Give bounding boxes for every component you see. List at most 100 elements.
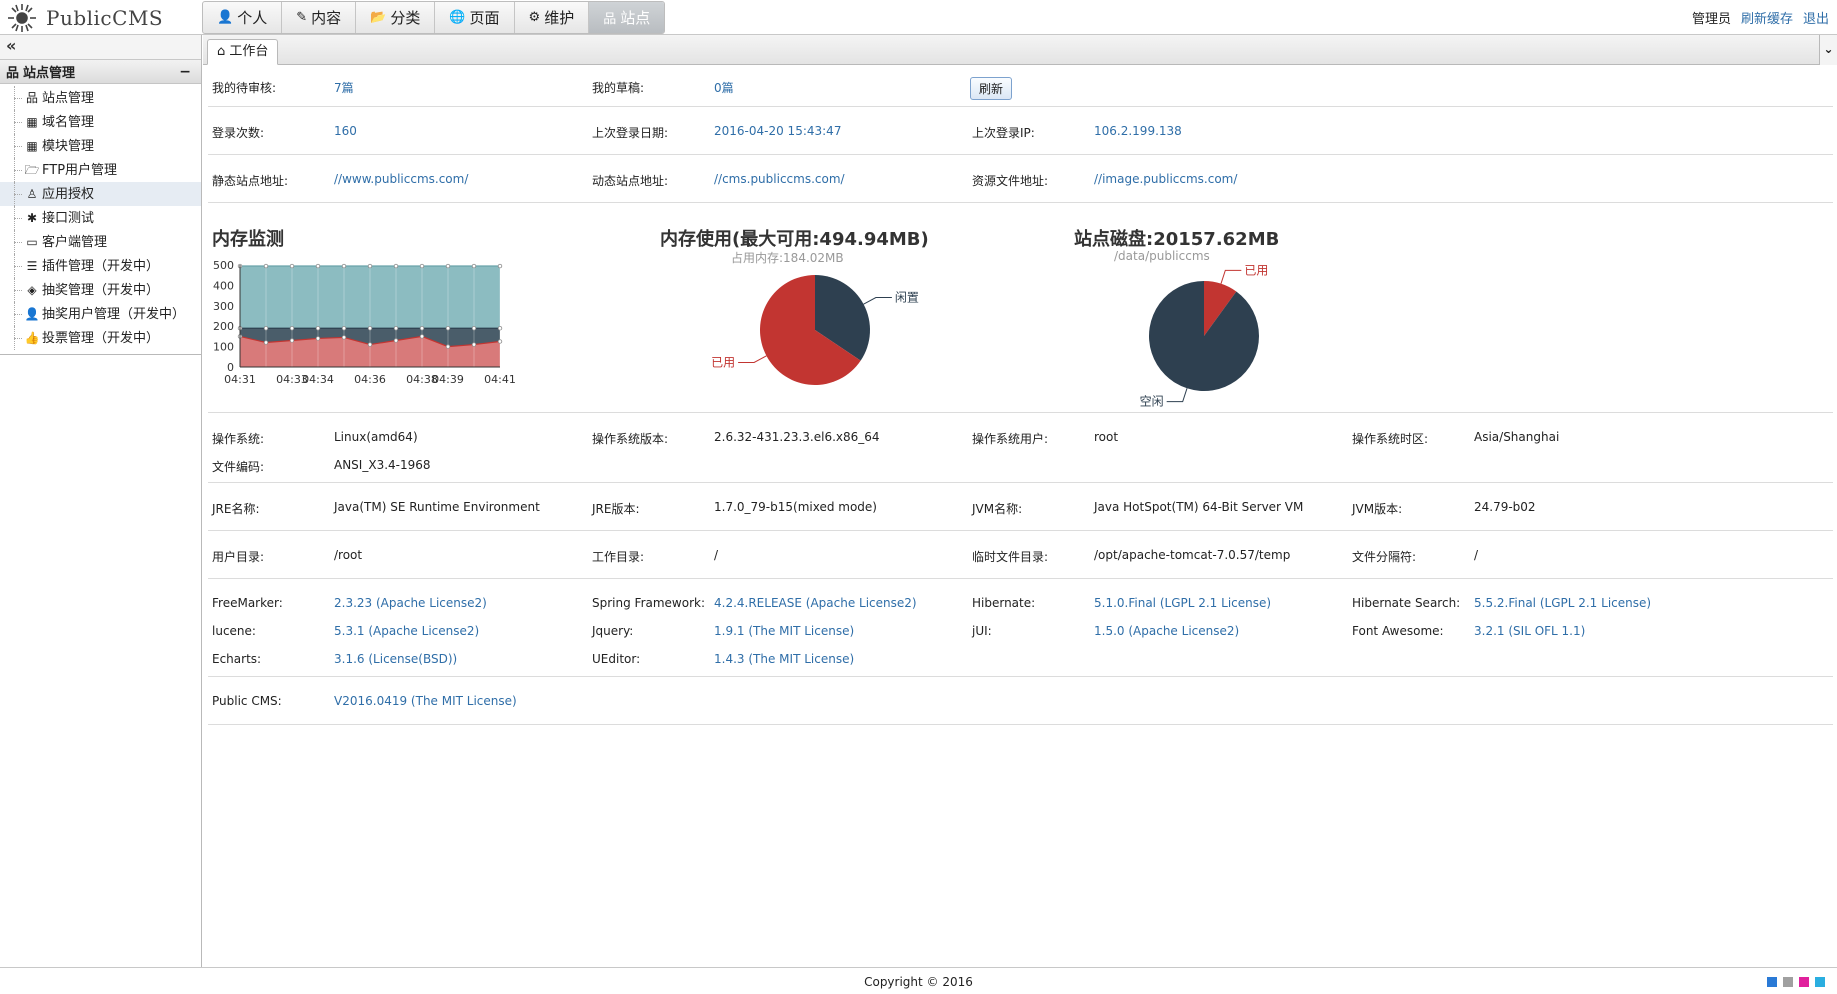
hibernate-search-license-link[interactable]: LGPL 2.1 License [1545, 596, 1647, 610]
sidebar-item-1[interactable]: ▦ 域名管理 [0, 110, 201, 134]
login-count-value[interactable]: 160 [334, 124, 357, 138]
font-awesome-version-link[interactable]: 3.2.1 [1474, 624, 1505, 638]
nav-tab-3[interactable]: 🌐 页面 [435, 2, 515, 33]
pending-value-link[interactable]: 7篇 [334, 79, 354, 96]
hibernate-version-link[interactable]: 5.1.0.Final [1094, 596, 1156, 610]
disk-title: 站点磁盘:20157.62MB [1074, 229, 1280, 250]
nav-tab-2[interactable]: 📂 分类 [356, 2, 436, 33]
tab-list-dropdown[interactable]: ⌄ [1819, 35, 1837, 65]
jquery-version-link[interactable]: 1.9.1 [714, 624, 745, 638]
edit-icon: ✎ [296, 10, 308, 25]
jquery-license-link[interactable]: The MIT License [753, 624, 849, 638]
nav-tab-4[interactable]: ⚙ 维护 [515, 2, 590, 33]
top-nav: 👤 个人 ✎ 内容 📂 分类 🌐 页面 ⚙ 维护品站点 [202, 1, 666, 34]
sidebar-section-header[interactable]: 品 站点管理 − [0, 60, 201, 84]
echarts-version-link[interactable]: 3.1.6 [334, 652, 365, 666]
dynamic-site-link[interactable]: //cms.publiccms.com/ [714, 172, 845, 186]
user-dir-value: /root [334, 548, 363, 562]
x-tick-label: 04:31 [224, 373, 256, 386]
sidebar-item-10[interactable]: 👍 投票管理（开发中） [0, 326, 201, 350]
spring-license-link[interactable]: Apache License2 [810, 596, 911, 610]
hibernate-license-link[interactable]: LGPL 2.1 License [1165, 596, 1267, 610]
jui-version-link[interactable]: 1.5.0 [1094, 624, 1125, 638]
theme-swatch-0[interactable] [1767, 977, 1777, 987]
refresh-button[interactable]: 刷新 [970, 77, 1013, 100]
sidebar-collapse-button[interactable]: « [0, 35, 201, 60]
sidebar-item-label: 应用授权 [42, 187, 95, 202]
nav-tab-label: 站点 [620, 9, 651, 27]
user-icon: 👤 [217, 10, 234, 25]
x-tick-label: 04:36 [354, 373, 386, 386]
last-login-date-value[interactable]: 2016-04-20 15:43:47 [714, 124, 841, 138]
font-awesome-license-link[interactable]: SIL OFL 1.1 [1513, 624, 1581, 638]
os-user-value: root [1094, 430, 1119, 444]
sidebar-item-label: 客户端管理 [42, 235, 108, 250]
freemarker-version-link[interactable]: 2.3.23 [334, 596, 372, 610]
tab-workbench[interactable]: ⌂ 工作台 [207, 39, 279, 65]
logo[interactable]: PublicCMS [6, 2, 186, 33]
bug-icon: ✱ [26, 211, 38, 225]
spring-version-link[interactable]: 4.2.4.RELEASE [714, 596, 802, 610]
draft-label: 我的草稿: [592, 81, 645, 95]
lucene-license-link[interactable]: Apache License2 [373, 624, 474, 638]
y-tick-label: 100 [213, 341, 234, 354]
hibernate-search-version-link[interactable]: 5.5.2.Final [1474, 596, 1536, 610]
login-count-label: 登录次数: [212, 126, 265, 140]
pie-label: 空闲 [1140, 395, 1164, 409]
sidebar-item-3[interactable]: 🗁 FTP用户管理 [0, 158, 201, 182]
nav-tab-0[interactable]: 👤 个人 [203, 2, 283, 33]
last-login-ip-value[interactable]: 106.2.199.138 [1094, 124, 1182, 138]
info-row-pending: 我的待审核: 7篇 我的草稿: 0篇 刷新 [208, 65, 1833, 107]
draft-value-link[interactable]: 0篇 [714, 79, 734, 96]
sidebar-item-0[interactable]: 品站点管理 [0, 86, 201, 110]
separator-value: / [1474, 548, 1479, 562]
sidebar-item-2[interactable]: ▦ 模块管理 [0, 134, 201, 158]
y-tick-label: 400 [213, 279, 234, 292]
pie-slice-1[interactable] [1149, 281, 1259, 391]
ticket-icon: ◈ [27, 283, 37, 297]
jui-license-link[interactable]: Apache License2 [1133, 624, 1234, 638]
os-version-value: 2.6.32-431.23.3.el6.x86_64 [714, 430, 880, 444]
pie-label: 已用 [711, 355, 735, 369]
theme-swatch-1[interactable] [1783, 977, 1793, 987]
globe-icon: 🌐 [449, 10, 466, 25]
sidebar-item-7[interactable]: ☰ 插件管理（开发中） [0, 254, 201, 278]
memory-monitor-title: 内存监测 [212, 229, 284, 250]
tab-workbench-label: 工作台 [229, 44, 269, 59]
pie-label-line [863, 297, 892, 305]
encoding-label: 文件编码: [212, 460, 265, 474]
theme-swatch-2[interactable] [1799, 977, 1809, 987]
freemarker-license-link[interactable]: Apache License2 [381, 596, 482, 610]
sidebar-item-4[interactable]: ♙ 应用授权 [0, 182, 201, 206]
nav-tab-1[interactable]: ✎ 内容 [282, 2, 357, 33]
logout-link[interactable]: 退出 [1803, 8, 1829, 27]
sidebar-item-9[interactable]: 👤 抽奖用户管理（开发中） [0, 302, 201, 326]
theme-swatch-3[interactable] [1815, 977, 1825, 987]
publiccms-version-link[interactable]: V2016.0419 [334, 694, 407, 708]
admin-username[interactable]: 管理员 [1692, 8, 1731, 27]
lucene-version-link[interactable]: 5.3.1 [334, 624, 365, 638]
ueditor-version-link[interactable]: 1.4.3 [714, 652, 745, 666]
resource-link[interactable]: //image.publiccms.com/ [1094, 172, 1237, 186]
x-tick-label: 04:41 [484, 373, 516, 386]
sidebar-item-5[interactable]: ✱ 接口测试 [0, 206, 201, 230]
publiccms-license-link[interactable]: The MIT License [416, 694, 512, 708]
linux-icon: ♙ [26, 187, 38, 201]
nav-tab-5[interactable]: 品站点 [589, 2, 665, 33]
sidebar-item-label: 域名管理 [42, 115, 95, 130]
encoding-value: ANSI_X3.4-1968 [334, 458, 431, 472]
footer: Copyright © 2016 [0, 967, 1837, 994]
disk-pie-chart: 已用空闲 [1140, 263, 1269, 409]
sidebar-item-8[interactable]: ◈ 抽奖管理（开发中） [0, 278, 201, 302]
echarts-license-link[interactable]: License(BSD) [373, 652, 452, 666]
sidebar-item-6[interactable]: ▭ 客户端管理 [0, 230, 201, 254]
ueditor-license-link[interactable]: The MIT License [753, 652, 849, 666]
hibernate-search-label: Hibernate Search: [1352, 596, 1461, 610]
collapse-section-icon[interactable]: − [179, 64, 191, 80]
folder-open-icon: 🗁 [24, 163, 40, 177]
last-login-date-label: 上次登录日期: [592, 126, 669, 140]
home-icon: ⌂ [217, 44, 226, 59]
static-site-link[interactable]: //www.publiccms.com/ [334, 172, 468, 186]
nav-tab-label: 内容 [311, 9, 342, 27]
refresh-cache-link[interactable]: 刷新缓存 [1741, 8, 1793, 27]
